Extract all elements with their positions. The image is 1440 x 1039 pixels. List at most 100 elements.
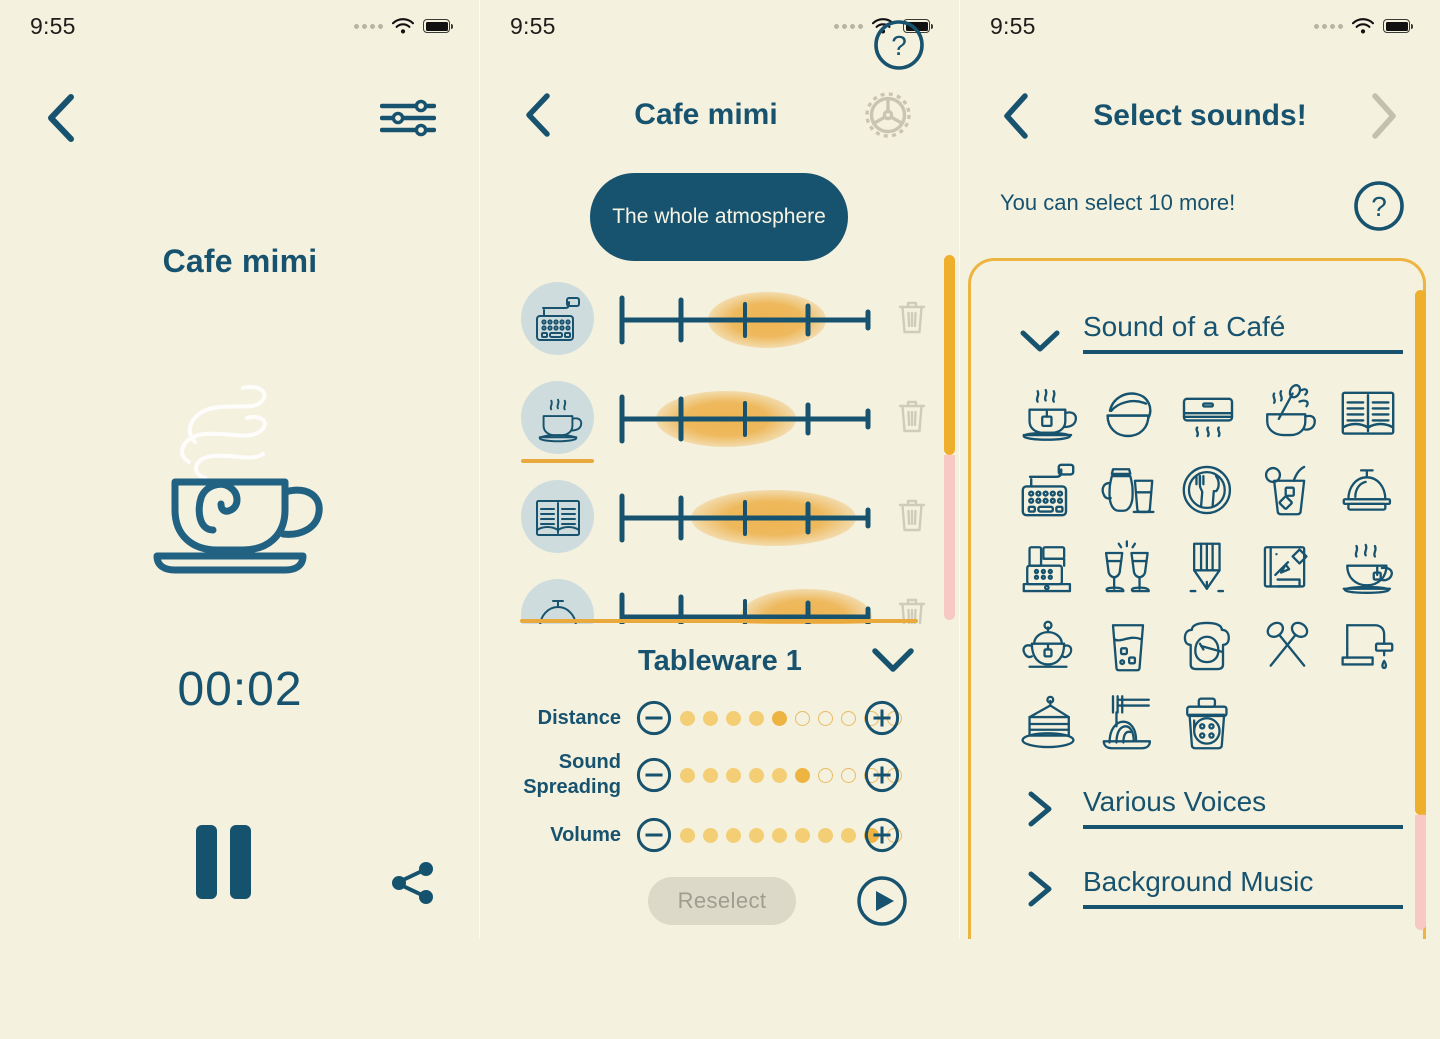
category-various-voices[interactable]: Various Voices [1019,786,1403,829]
sound-option-cookie-jar[interactable] [1169,685,1247,763]
reselect-button[interactable]: Reselect [648,877,796,925]
pan-slider[interactable] [618,581,872,624]
stepper-dot[interactable] [772,827,787,843]
stepper-dot[interactable] [726,767,741,783]
stepper-dot[interactable] [703,827,718,843]
sound-option-pitcher-glass[interactable] [1089,451,1167,529]
sound-option-teacup-teabag[interactable] [1009,373,1087,451]
stepper-dot[interactable] [841,827,856,843]
sound-option-air-conditioner[interactable] [1169,373,1247,451]
sound-option-water-glass[interactable] [1089,607,1167,685]
chevron-left-icon[interactable] [44,93,78,143]
sound-option-iced-drink[interactable] [1249,451,1327,529]
stepper-dot[interactable] [795,827,810,843]
scrollbar-track[interactable] [944,455,955,620]
pan-slider[interactable] [618,383,872,453]
chevron-down-icon[interactable] [871,646,915,674]
sound-slider-row[interactable] [480,272,960,371]
pause-icon[interactable] [196,825,251,899]
stepper-dot[interactable] [749,827,764,843]
category-label: Sound of a Café [1083,311,1403,354]
scrollbar-thumb[interactable] [1415,290,1426,815]
question-circle-icon[interactable]: ? [873,19,925,71]
stepper-dot[interactable] [680,710,695,726]
sound-option-teapot[interactable] [1009,607,1087,685]
pan-slider[interactable] [618,284,872,354]
stepper-dot[interactable] [818,767,833,783]
minus-circle-icon[interactable] [636,817,672,853]
stepper-dot[interactable] [703,710,718,726]
sound-icon-grid[interactable] [1009,373,1409,763]
pan-slider[interactable] [618,482,872,552]
trash-icon[interactable] [896,298,928,336]
gear-icon[interactable] [859,86,917,144]
sound-option-keyboard[interactable] [1009,451,1087,529]
sound-option-cake-slice[interactable] [1009,685,1087,763]
plus-circle-icon[interactable] [864,700,900,736]
trash-icon[interactable] [896,397,928,435]
open-book-icon[interactable] [521,480,594,553]
keyboard-icon[interactable] [521,282,594,355]
sound-option-champagne-toast[interactable] [1089,529,1167,607]
stepper-dot[interactable] [818,710,833,726]
chevron-right-icon[interactable] [1368,92,1400,140]
sound-option-pencil[interactable] [1169,529,1247,607]
sound-slider-row[interactable] [480,371,960,470]
slider-axis [618,284,872,354]
question-circle-icon[interactable]: ? [1353,180,1405,232]
chevron-down-icon[interactable] [1019,328,1061,354]
stepper-dot[interactable] [841,710,856,726]
sound-option-open-book[interactable] [1329,373,1407,451]
stepper-dot[interactable] [772,710,787,726]
stacked-bowls-icon [1098,382,1158,442]
stepper-dot[interactable] [726,827,741,843]
stepper-dot[interactable] [795,767,810,783]
sound-option-plate-cutlery[interactable] [1169,451,1247,529]
stepper-dot[interactable] [795,710,810,726]
stepper-dot[interactable] [726,710,741,726]
sound-option-steaming-teacup[interactable] [1329,529,1407,607]
sound-option-spaghetti-fork[interactable] [1089,685,1167,763]
minus-circle-icon[interactable] [636,700,672,736]
cloche-icon[interactable] [521,579,594,624]
chevron-left-icon[interactable] [1000,92,1032,140]
chevron-right-icon[interactable] [1019,869,1061,909]
select-sounds-scrollbar[interactable] [1415,290,1426,930]
sound-option-toast-butter[interactable] [1169,607,1247,685]
coffee-cup-icon[interactable] [521,381,594,454]
play-circle-icon[interactable] [856,875,908,927]
sound-option-service-bell[interactable] [1329,451,1407,529]
stepper-dot[interactable] [680,767,695,783]
stepper-dot[interactable] [680,827,695,843]
plus-circle-icon[interactable] [864,817,900,853]
stepper-dot[interactable] [772,767,787,783]
sound-slider-row[interactable] [480,470,960,569]
sound-option-notebook-pen[interactable] [1249,529,1327,607]
share-icon[interactable] [388,858,438,908]
signal-dots-icon [1314,23,1343,29]
atmosphere-pill[interactable]: The whole atmosphere [590,173,848,261]
sound-option-stirring-cup[interactable] [1249,373,1327,451]
sound-slider-row[interactable] [480,569,960,624]
trash-icon[interactable] [896,496,928,534]
sound-option-stacked-bowls[interactable] [1089,373,1167,451]
sound-slider-list[interactable] [480,272,960,624]
sound-option-faucet-drip[interactable] [1329,607,1407,685]
scrollbar-thumb[interactable] [944,255,955,455]
stepper-dot[interactable] [818,827,833,843]
category-background-music[interactable]: Background Music [1019,866,1403,909]
mixer-scrollbar[interactable] [944,255,955,620]
stepper-dot[interactable] [841,767,856,783]
sound-option-crossed-spoons[interactable] [1249,607,1327,685]
scrollbar-track[interactable] [1415,815,1426,930]
sliders-icon[interactable] [380,96,436,140]
category-sound-of-a-cafe[interactable]: Sound of a Café [1019,311,1403,354]
stepper-dot[interactable] [703,767,718,783]
plus-circle-icon[interactable] [864,757,900,793]
chevron-left-icon[interactable] [523,92,553,138]
stepper-dot[interactable] [749,710,764,726]
chevron-right-icon[interactable] [1019,789,1061,829]
stepper-dot[interactable] [749,767,764,783]
sound-option-cash-register[interactable] [1009,529,1087,607]
minus-circle-icon[interactable] [636,757,672,793]
